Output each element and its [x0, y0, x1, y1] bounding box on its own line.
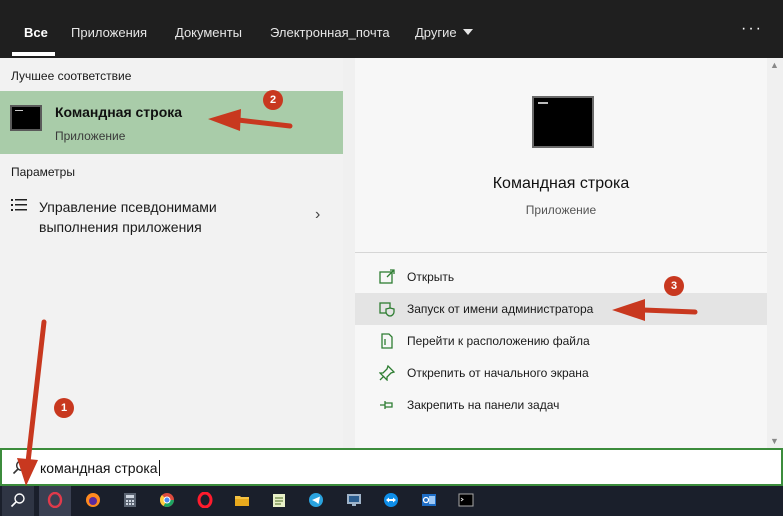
tab-documents[interactable]: Документы — [175, 25, 242, 40]
telegram-icon — [309, 493, 323, 507]
taskbar-opera-gx[interactable] — [39, 486, 71, 516]
taskbar-chrome[interactable] — [151, 486, 183, 516]
best-match-title: Командная строка — [55, 104, 183, 120]
setting-item-label: Управление псевдонимами выполнения прило… — [39, 199, 217, 235]
remote-desktop-icon — [347, 494, 361, 506]
best-match-subtitle: Приложение — [55, 129, 126, 143]
taskbar-teamviewer[interactable] — [375, 486, 407, 516]
scroll-down-icon[interactable]: ▼ — [770, 436, 779, 446]
taskbar-remote-desktop[interactable] — [338, 486, 370, 516]
best-match-item[interactable]: Командная строка Приложение — [0, 91, 343, 154]
action-open-file-location[interactable]: Перейти к расположению файла — [355, 325, 767, 357]
taskbar-firefox[interactable] — [77, 486, 109, 516]
detail-title: Командная строка — [492, 175, 630, 192]
outlook-icon — [422, 494, 436, 506]
search-icon — [12, 459, 28, 475]
teamviewer-icon — [384, 493, 398, 507]
action-run-as-admin[interactable]: Запуск от имени администратора — [355, 293, 767, 325]
firefox-icon — [86, 493, 100, 507]
search-box[interactable]: командная строка — [0, 448, 783, 486]
detail-panel: Командная строка Приложение Открыть Запу… — [355, 58, 767, 448]
settings-heading: Параметры — [11, 165, 75, 179]
chevron-down-icon — [462, 29, 473, 35]
action-pin-taskbar[interactable]: Закрепить на панели задач — [355, 389, 767, 421]
start-search-window: Все Приложения Документы Электронная_поч… — [0, 0, 783, 516]
calculator-icon — [124, 493, 136, 507]
file-explorer-icon — [235, 496, 249, 506]
more-options-button[interactable]: ··· — [741, 20, 763, 38]
tab-other-label: Другие — [415, 25, 457, 40]
results-panel: Лучшее соответствие Командная строка При… — [0, 58, 343, 448]
tab-other[interactable]: Другие — [415, 25, 473, 40]
opera-browser-icon — [197, 492, 213, 508]
action-label: Открепить от начального экрана — [407, 366, 589, 380]
tab-apps[interactable]: Приложения — [71, 25, 147, 40]
search-icon — [10, 493, 25, 508]
chevron-right-icon: › — [315, 206, 321, 223]
cmd-icon — [458, 493, 474, 507]
file-location-icon — [381, 333, 393, 349]
action-label: Закрепить на панели задач — [407, 398, 560, 412]
search-input-value: командная строка — [40, 460, 158, 476]
taskbar-outlook[interactable] — [413, 486, 445, 516]
cmd-large-icon — [532, 96, 594, 148]
taskbar-opera[interactable] — [189, 486, 221, 516]
search-input[interactable]: командная строка — [40, 460, 160, 476]
best-match-heading: Лучшее соответствие — [11, 69, 132, 83]
divider — [355, 252, 767, 253]
taskbar-file-explorer[interactable] — [226, 486, 258, 516]
unpin-icon — [379, 365, 395, 381]
list-settings-icon — [11, 199, 27, 211]
open-icon — [379, 269, 395, 284]
opera-icon — [47, 492, 63, 508]
tab-email[interactable]: Электронная_почта — [270, 25, 390, 40]
chrome-icon — [159, 493, 174, 507]
admin-shield-icon — [379, 302, 395, 317]
tab-active-indicator — [12, 52, 55, 56]
setting-item-app-aliases[interactable]: Управление псевдонимами выполнения прило… — [0, 196, 343, 240]
action-unpin-start[interactable]: Открепить от начального экрана — [355, 357, 767, 389]
taskbar-calculator[interactable] — [114, 486, 146, 516]
text-cursor — [158, 460, 160, 476]
taskbar-search-button[interactable] — [2, 486, 34, 516]
search-filter-tabs: Все Приложения Документы Электронная_поч… — [0, 0, 783, 58]
cmd-app-icon — [10, 105, 42, 131]
taskbar-telegram[interactable] — [300, 486, 332, 516]
taskbar — [0, 486, 783, 516]
action-label: Открыть — [407, 270, 455, 284]
notepad-icon — [273, 494, 285, 507]
callout-badge-1: 1 — [54, 398, 74, 418]
action-open[interactable]: Открыть — [355, 261, 767, 293]
scroll-up-icon[interactable]: ▲ — [770, 60, 779, 70]
pin-icon — [380, 401, 393, 409]
taskbar-cmd[interactable] — [450, 486, 482, 516]
detail-scrollbar[interactable]: ▲ ▼ — [767, 58, 783, 448]
action-label: Запуск от имени администратора — [407, 302, 594, 316]
action-label: Перейти к расположению файла — [407, 334, 590, 348]
callout-badge-2: 2 — [263, 90, 283, 110]
taskbar-notepad[interactable] — [263, 486, 295, 516]
callout-badge-3: 3 — [664, 276, 684, 296]
tab-all[interactable]: Все — [24, 25, 48, 40]
detail-subtitle: Приложение — [525, 203, 597, 217]
